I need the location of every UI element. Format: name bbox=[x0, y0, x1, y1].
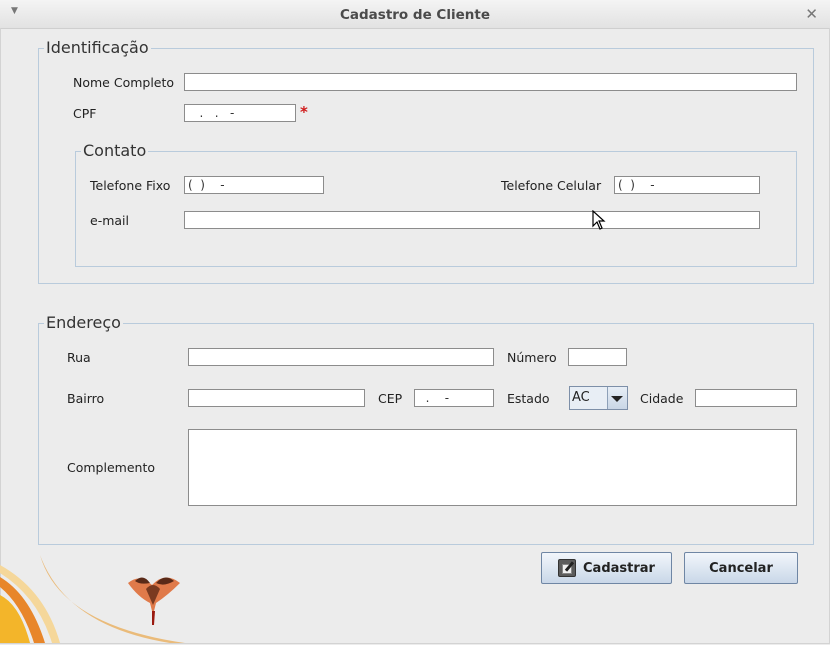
cpf-label: CPF bbox=[73, 106, 97, 121]
contato-group: Contato bbox=[75, 141, 797, 267]
cidade-input[interactable] bbox=[695, 389, 797, 407]
email-input[interactable] bbox=[184, 211, 760, 229]
mouse-cursor-icon bbox=[592, 210, 606, 230]
estado-select[interactable]: AC bbox=[569, 386, 628, 410]
title-bar: ▼ Cadastro de Cliente ✕ bbox=[0, 0, 830, 29]
cancelar-button[interactable]: Cancelar bbox=[684, 552, 798, 584]
rua-input[interactable] bbox=[188, 348, 494, 366]
telefone-fixo-input[interactable] bbox=[184, 176, 324, 194]
cep-label: CEP bbox=[378, 391, 403, 406]
company-logo bbox=[0, 555, 185, 643]
telefone-celular-label: Telefone Celular bbox=[501, 178, 602, 193]
bairro-label: Bairro bbox=[67, 391, 105, 406]
cadastrar-button-label: Cadastrar bbox=[583, 560, 655, 576]
chevron-down-icon[interactable] bbox=[611, 396, 623, 402]
telefone-celular-input[interactable] bbox=[614, 176, 760, 194]
complemento-label: Complemento bbox=[67, 460, 155, 475]
cep-input[interactable] bbox=[414, 389, 494, 407]
close-icon[interactable]: ✕ bbox=[805, 5, 818, 23]
telefone-fixo-label: Telefone Fixo bbox=[90, 178, 171, 193]
nome-label: Nome Completo bbox=[73, 75, 175, 90]
estado-selected-value: AC bbox=[570, 387, 608, 409]
nome-input[interactable] bbox=[184, 73, 797, 91]
identificacao-legend: Identificação bbox=[44, 38, 151, 58]
cidade-label: Cidade bbox=[640, 391, 684, 406]
email-label: e-mail bbox=[90, 213, 129, 228]
window-title: Cadastro de Cliente bbox=[340, 7, 490, 23]
required-asterisk-icon: * bbox=[300, 103, 308, 121]
complemento-textarea[interactable] bbox=[188, 429, 797, 506]
rua-label: Rua bbox=[67, 350, 91, 365]
contato-legend: Contato bbox=[81, 141, 149, 161]
estado-label: Estado bbox=[507, 391, 550, 406]
numero-label: Número bbox=[507, 350, 557, 365]
numero-input[interactable] bbox=[568, 348, 627, 366]
edit-icon bbox=[558, 559, 577, 577]
cpf-input[interactable] bbox=[184, 104, 296, 122]
cancelar-button-label: Cancelar bbox=[709, 560, 773, 576]
endereco-legend: Endereço bbox=[44, 313, 123, 333]
bairro-input[interactable] bbox=[188, 389, 365, 407]
cadastrar-button[interactable]: Cadastrar bbox=[541, 552, 672, 584]
